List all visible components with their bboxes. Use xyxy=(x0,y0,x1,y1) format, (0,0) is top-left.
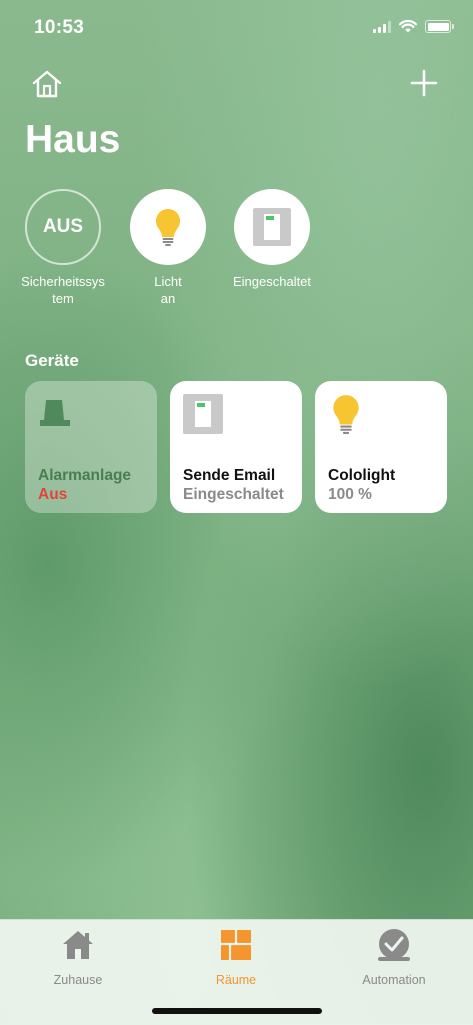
switch-icon xyxy=(183,394,223,434)
lightbulb-icon xyxy=(333,395,359,434)
house-icon xyxy=(63,931,93,959)
device-tile-cololight[interactable]: Cololight 100 % xyxy=(315,381,447,513)
switch-circle[interactable] xyxy=(234,189,310,265)
quick-light[interactable]: Licht an xyxy=(116,189,220,307)
quick-label: Licht an xyxy=(116,273,220,307)
home-settings-button[interactable] xyxy=(30,68,64,100)
tab-label: Automation xyxy=(362,973,426,987)
quick-label: Sicherheitssys tem xyxy=(11,273,115,307)
security-status-circle[interactable]: AUS xyxy=(25,189,101,265)
device-status: 100 % xyxy=(328,486,372,503)
device-status: Aus xyxy=(38,486,68,503)
device-name: Cololight xyxy=(328,467,396,484)
battery-icon xyxy=(425,20,454,33)
tab-automation[interactable]: Automation xyxy=(334,928,454,987)
home-indicator[interactable] xyxy=(152,1008,322,1014)
device-tile-sende-email[interactable]: Sende Email Eingeschaltet xyxy=(170,381,302,513)
quick-label-line1: Sicherheitssys xyxy=(21,274,105,289)
rooms-icon xyxy=(221,930,251,960)
house-icon xyxy=(32,70,62,98)
quick-label: Eingeschaltet xyxy=(220,273,324,290)
tab-raeume[interactable]: Räume xyxy=(176,928,296,987)
quick-security-system[interactable]: AUS Sicherheitssys tem xyxy=(11,189,115,307)
light-circle[interactable] xyxy=(130,189,206,265)
switch-icon xyxy=(253,208,291,246)
page-title: Haus xyxy=(25,118,121,161)
quick-label-line2: tem xyxy=(52,291,74,306)
plus-icon xyxy=(410,69,438,97)
wifi-icon xyxy=(399,20,417,33)
cellular-signal-icon xyxy=(373,20,391,33)
status-time: 10:53 xyxy=(34,17,85,38)
quick-label-line1: Eingeschaltet xyxy=(232,274,312,289)
quick-label-line2: an xyxy=(160,291,176,306)
device-name: Alarmanlage xyxy=(38,467,132,484)
devices-section-title: Geräte xyxy=(25,351,79,370)
status-bar: 10:53 xyxy=(0,0,473,54)
device-name: Sende Email xyxy=(183,467,276,484)
lightbulb-icon xyxy=(155,208,181,246)
clock-icon xyxy=(378,929,410,961)
tab-label: Räume xyxy=(215,973,257,987)
status-icons xyxy=(373,20,454,33)
security-status-text: AUS xyxy=(42,216,84,237)
quick-label-line1: Licht xyxy=(154,274,182,289)
quick-switch[interactable]: Eingeschaltet xyxy=(220,189,324,290)
add-button[interactable] xyxy=(409,68,439,98)
siren-icon xyxy=(40,400,70,426)
tab-label: Zuhause xyxy=(53,973,103,987)
device-status: Eingeschaltet xyxy=(183,486,284,503)
device-tile-alarmanlage[interactable]: Alarmanlage Aus xyxy=(25,381,157,513)
tab-zuhause[interactable]: Zuhause xyxy=(18,928,138,987)
